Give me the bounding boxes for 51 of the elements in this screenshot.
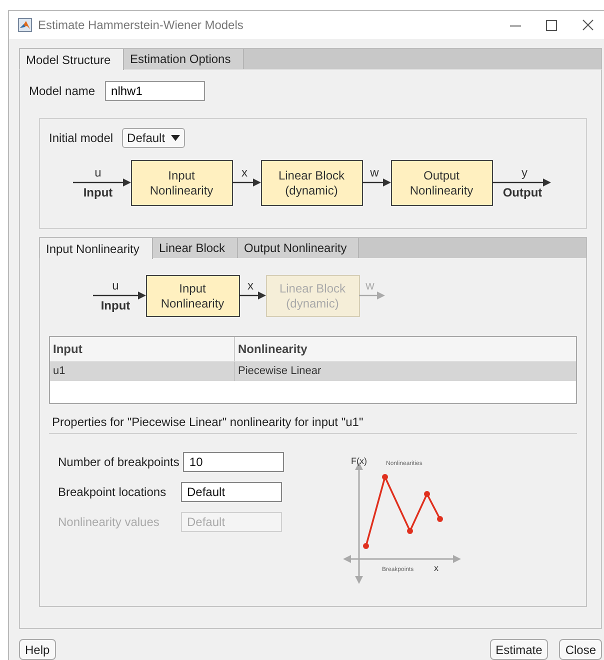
- field-label: Initial model: [49, 131, 114, 145]
- signal-arrow: [362, 178, 391, 186]
- section-heading: Properties for "Piecewise Linear" nonlinearity for input "u1": [49, 415, 577, 434]
- port-label: Input: [83, 186, 113, 200]
- signal-label: w: [366, 278, 374, 292]
- block-label: Linear Block (dynamic): [278, 168, 345, 198]
- dropdown[interactable]: Default: [122, 128, 186, 148]
- caret-icon: [171, 135, 180, 141]
- field-label: Breakpoint locations: [58, 485, 168, 499]
- field-label: Nonlinearity values: [58, 515, 160, 529]
- signal-label: u: [112, 278, 119, 292]
- port-label: Input: [100, 298, 130, 312]
- dialog-button[interactable]: Estimate: [490, 639, 548, 660]
- app-logo-icon: [18, 18, 32, 32]
- input-field[interactable]: Default: [181, 482, 282, 502]
- close-icon[interactable]: [582, 19, 594, 31]
- signal-arrow: [73, 178, 131, 186]
- table-cell[interactable]: u1: [50, 362, 234, 381]
- signal-arrow: [492, 178, 551, 186]
- help-button[interactable]: Help: [19, 639, 56, 660]
- signal-label: x: [242, 166, 248, 180]
- column-header: Nonlinearity: [234, 337, 576, 362]
- table-cell[interactable]: Piecewise Linear: [234, 362, 576, 381]
- axis-label: x: [434, 563, 438, 573]
- maximize-icon[interactable]: [546, 20, 557, 30]
- signal-label: x: [248, 278, 254, 292]
- block-label: Input Nonlinearity: [160, 282, 224, 310]
- signal-arrow: [359, 292, 385, 300]
- signal-label: u: [94, 166, 102, 180]
- tab[interactable]: Output Nonlinearity: [238, 238, 359, 258]
- input-field[interactable]: 10: [183, 452, 284, 472]
- tab[interactable]: Estimation Options: [124, 49, 244, 69]
- tab[interactable]: Input Nonlinearity: [40, 238, 153, 259]
- column-header: Input: [50, 337, 234, 362]
- field-label: Model name: [29, 84, 96, 98]
- signal-label: w: [370, 166, 379, 180]
- block-label: Output Nonlinearity: [410, 168, 474, 198]
- signal-label: y: [522, 166, 528, 180]
- signal-arrow: [239, 292, 266, 300]
- field-label: Number of breakpoints: [58, 455, 180, 469]
- signal-arrow: [93, 292, 146, 300]
- tab[interactable]: Linear Block: [153, 238, 238, 258]
- input-field[interactable]: nlhw1: [105, 81, 206, 101]
- axis-label: F(x): [351, 456, 367, 466]
- block-label: Input Nonlinearity: [150, 168, 214, 198]
- window-title: Estimate Hammerstein-Wiener Models: [38, 18, 244, 32]
- signal-arrow: [232, 178, 261, 186]
- dialog-button[interactable]: Close: [559, 639, 602, 660]
- tab[interactable]: Model Structure: [20, 49, 124, 70]
- port-label: Output: [502, 186, 542, 200]
- block-label: Linear Block (dynamic): [279, 282, 346, 310]
